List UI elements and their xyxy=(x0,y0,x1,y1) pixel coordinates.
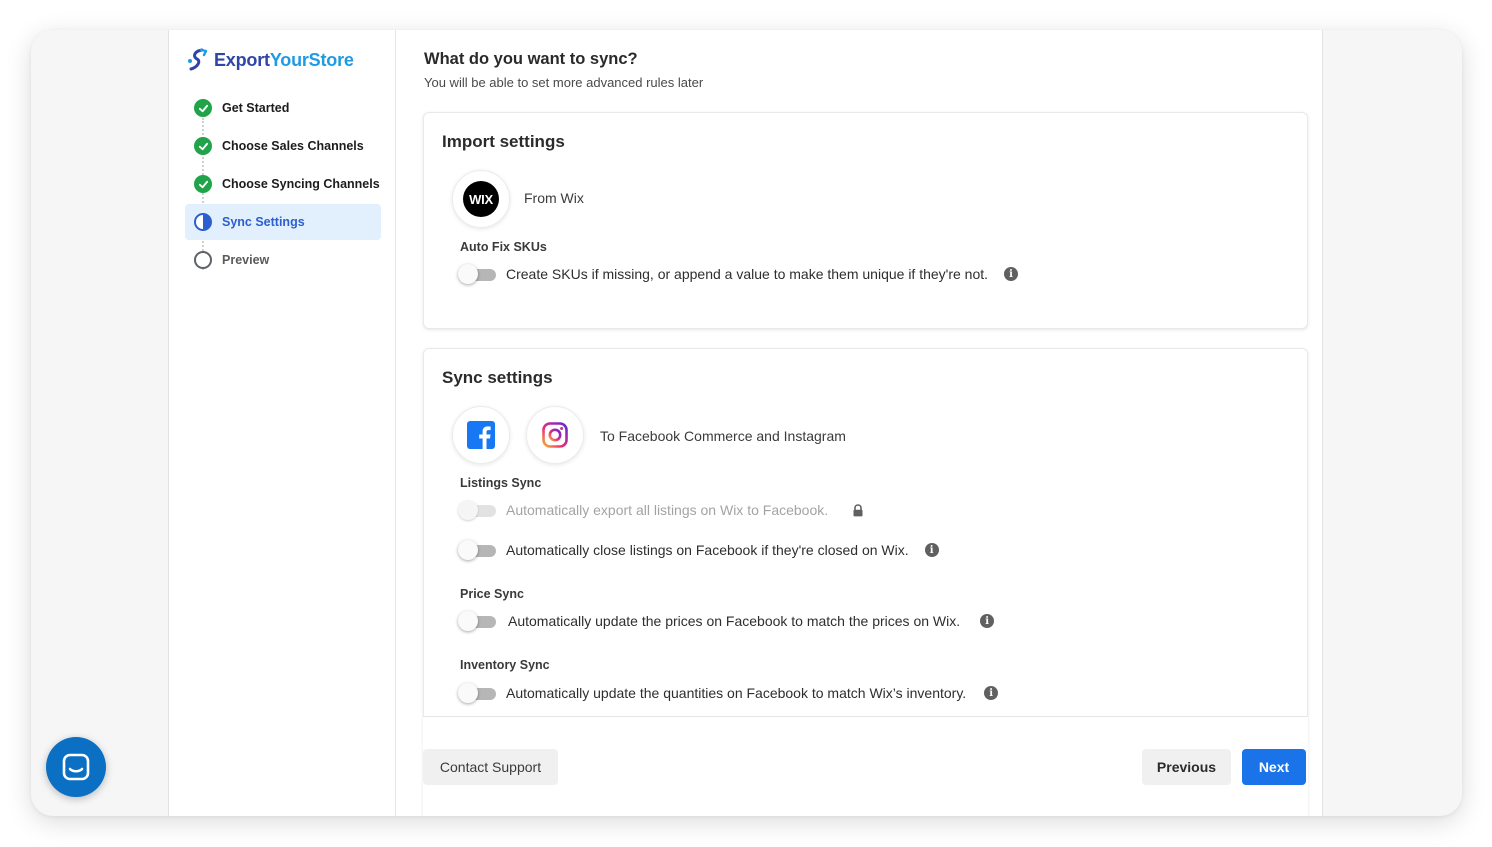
exportyourstore-logo-icon xyxy=(188,48,208,71)
price-sync-text: Automatically update the prices on Faceb… xyxy=(508,613,961,629)
auto-fix-skus-row: Create SKUs if missing, or append a valu… xyxy=(458,264,1019,284)
brand-name-part1: Export xyxy=(214,49,270,70)
brand-name-part2: YourStore xyxy=(269,49,354,70)
wix-logo-circle: WIX xyxy=(452,170,510,228)
step-choose-sales-channels[interactable]: Choose Sales Channels xyxy=(185,128,381,164)
step-label: Choose Syncing Channels xyxy=(222,177,380,191)
app-panel: ExportYourStore Get Started Choose Sales… xyxy=(168,30,1323,816)
listings-close-row: Automatically close listings on Facebook… xyxy=(458,540,939,560)
info-icon[interactable]: i xyxy=(980,614,995,628)
step-label: Get Started xyxy=(222,101,290,115)
info-icon[interactable]: i xyxy=(984,686,999,700)
wizard-steps: Get Started Choose Sales Channels Choose… xyxy=(185,90,381,280)
import-settings-title: Import settings xyxy=(442,132,565,151)
step-label: Sync Settings xyxy=(222,215,305,229)
auto-fix-skus-label: Auto Fix SKUs xyxy=(460,240,547,254)
check-circle-icon xyxy=(194,99,212,117)
price-sync-label: Price Sync xyxy=(460,587,524,601)
wizard-footer: Contact Support Previous Next xyxy=(423,716,1308,816)
main-content: What do you want to sync? You will be ab… xyxy=(423,30,1309,816)
inventory-sync-label: Inventory Sync xyxy=(460,658,550,672)
source-label: From Wix xyxy=(524,190,584,206)
step-preview[interactable]: Preview xyxy=(185,242,381,278)
chat-launcher-button[interactable] xyxy=(46,737,106,797)
half-circle-icon xyxy=(194,213,212,231)
listings-export-row: Automatically export all listings on Wix… xyxy=(458,500,864,520)
price-sync-row: Automatically update the prices on Faceb… xyxy=(458,611,995,631)
next-button[interactable]: Next xyxy=(1242,749,1306,785)
page-title: What do you want to sync? xyxy=(424,50,638,68)
previous-button[interactable]: Previous xyxy=(1142,749,1231,785)
inventory-sync-text: Automatically update the quantities on F… xyxy=(506,685,967,701)
chat-launcher-icon xyxy=(62,753,90,781)
lock-icon xyxy=(853,503,863,516)
instagram-icon xyxy=(542,422,568,448)
step-label: Choose Sales Channels xyxy=(222,139,364,153)
step-sync-settings[interactable]: Sync Settings xyxy=(185,204,381,240)
facebook-icon xyxy=(467,421,495,449)
listings-export-text: Automatically export all listings on Wix… xyxy=(506,502,829,518)
check-circle-icon xyxy=(194,175,212,193)
destination-label: To Facebook Commerce and Instagram xyxy=(600,428,846,444)
sync-settings-title: Sync settings xyxy=(442,368,553,387)
facebook-logo-circle xyxy=(452,406,510,464)
step-choose-syncing-channels[interactable]: Choose Syncing Channels xyxy=(185,166,381,202)
empty-circle-icon xyxy=(194,251,212,269)
listings-close-toggle[interactable] xyxy=(458,540,498,560)
listings-export-toggle xyxy=(458,500,498,520)
page-subtitle: You will be able to set more advanced ru… xyxy=(424,75,704,90)
auto-fix-skus-toggle[interactable] xyxy=(458,264,498,284)
import-settings-card: Import settings WIX From Wix Auto Fix SK… xyxy=(423,112,1308,329)
contact-support-button[interactable]: Contact Support xyxy=(423,749,558,785)
sidebar: ExportYourStore Get Started Choose Sales… xyxy=(169,30,396,816)
app-window: ExportYourStore Get Started Choose Sales… xyxy=(31,30,1462,816)
brand-name: ExportYourStore xyxy=(214,50,354,71)
wix-icon: WIX xyxy=(463,181,499,217)
price-sync-toggle[interactable] xyxy=(458,611,498,631)
check-circle-icon xyxy=(194,137,212,155)
step-label: Preview xyxy=(222,253,270,267)
inventory-sync-row: Automatically update the quantities on F… xyxy=(458,683,999,703)
listings-close-text: Automatically close listings on Facebook… xyxy=(506,542,909,558)
step-get-started[interactable]: Get Started xyxy=(185,90,381,126)
info-icon[interactable]: i xyxy=(1004,267,1019,281)
inventory-sync-toggle[interactable] xyxy=(458,683,498,703)
auto-fix-skus-text: Create SKUs if missing, or append a valu… xyxy=(506,266,989,282)
info-icon[interactable]: i xyxy=(924,543,939,557)
listings-sync-label: Listings Sync xyxy=(460,476,542,490)
instagram-logo-circle xyxy=(526,406,584,464)
brand-logo[interactable]: ExportYourStore xyxy=(186,48,354,72)
